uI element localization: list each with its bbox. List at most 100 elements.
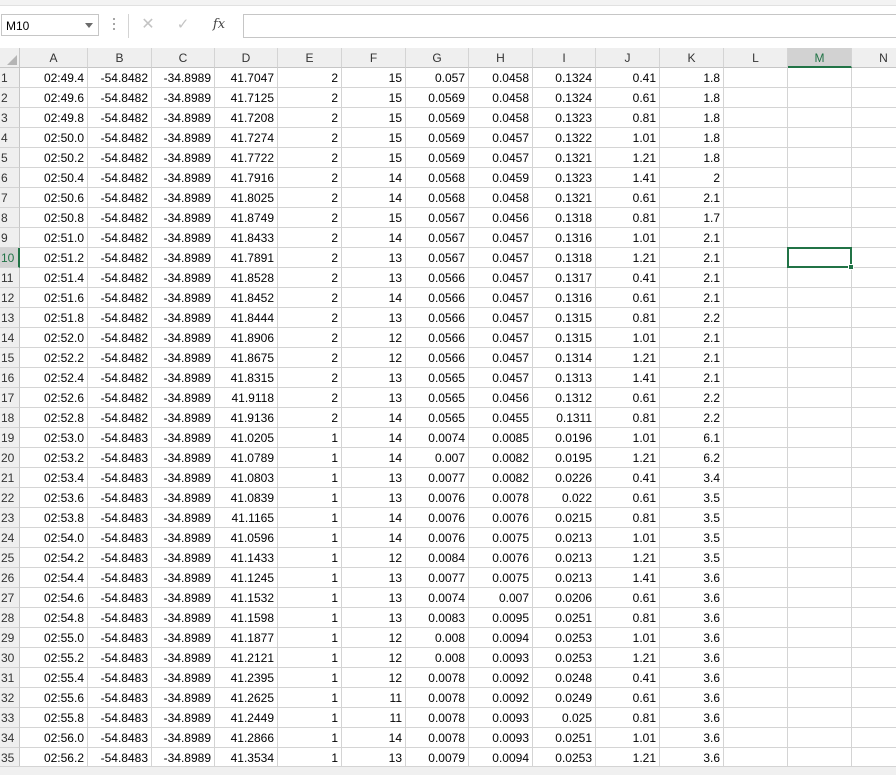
cell-n3[interactable] bbox=[852, 108, 896, 128]
cell-e14[interactable]: 2 bbox=[278, 328, 342, 348]
cell-l13[interactable] bbox=[724, 308, 788, 328]
cell-m25[interactable] bbox=[788, 548, 852, 568]
cell-j35[interactable]: 1.21 bbox=[596, 748, 660, 768]
cell-n4[interactable] bbox=[852, 128, 896, 148]
cell-g9[interactable]: 0.0567 bbox=[406, 228, 469, 248]
cell-k11[interactable]: 2.1 bbox=[660, 268, 724, 288]
cell-m19[interactable] bbox=[788, 428, 852, 448]
cell-j25[interactable]: 1.21 bbox=[596, 548, 660, 568]
cell-b13[interactable]: -54.8482 bbox=[88, 308, 152, 328]
cell-k12[interactable]: 2.1 bbox=[660, 288, 724, 308]
cell-h33[interactable]: 0.0093 bbox=[469, 708, 533, 728]
cell-f14[interactable]: 12 bbox=[342, 328, 406, 348]
cell-l19[interactable] bbox=[724, 428, 788, 448]
cell-l21[interactable] bbox=[724, 468, 788, 488]
cell-k17[interactable]: 2.2 bbox=[660, 388, 724, 408]
cell-a15[interactable]: 02:52.2 bbox=[20, 348, 88, 368]
cell-m23[interactable] bbox=[788, 508, 852, 528]
cell-l23[interactable] bbox=[724, 508, 788, 528]
cell-j11[interactable]: 0.41 bbox=[596, 268, 660, 288]
cell-m10[interactable] bbox=[788, 248, 852, 268]
cell-c11[interactable]: -34.8989 bbox=[152, 268, 215, 288]
column-header-b[interactable]: B bbox=[88, 48, 152, 68]
cell-k18[interactable]: 2.2 bbox=[660, 408, 724, 428]
fill-handle[interactable] bbox=[848, 264, 854, 270]
column-header-a[interactable]: A bbox=[20, 48, 88, 68]
cell-l2[interactable] bbox=[724, 88, 788, 108]
row-header-4[interactable]: 4 bbox=[0, 128, 20, 148]
cell-b27[interactable]: -54.8483 bbox=[88, 588, 152, 608]
cell-i10[interactable]: 0.1318 bbox=[533, 248, 596, 268]
cell-m6[interactable] bbox=[788, 168, 852, 188]
cell-d10[interactable]: 41.7891 bbox=[215, 248, 278, 268]
cell-g10[interactable]: 0.0567 bbox=[406, 248, 469, 268]
cell-a24[interactable]: 02:54.0 bbox=[20, 528, 88, 548]
row-header-33[interactable]: 33 bbox=[0, 708, 20, 728]
cell-k23[interactable]: 3.5 bbox=[660, 508, 724, 528]
cell-j18[interactable]: 0.81 bbox=[596, 408, 660, 428]
cell-b6[interactable]: -54.8482 bbox=[88, 168, 152, 188]
cell-h29[interactable]: 0.0094 bbox=[469, 628, 533, 648]
cell-a16[interactable]: 02:52.4 bbox=[20, 368, 88, 388]
cell-i18[interactable]: 0.1311 bbox=[533, 408, 596, 428]
cell-k16[interactable]: 2.1 bbox=[660, 368, 724, 388]
cell-g18[interactable]: 0.0565 bbox=[406, 408, 469, 428]
cell-i31[interactable]: 0.0248 bbox=[533, 668, 596, 688]
cell-b35[interactable]: -54.8483 bbox=[88, 748, 152, 768]
cell-c8[interactable]: -34.8989 bbox=[152, 208, 215, 228]
cell-c20[interactable]: -34.8989 bbox=[152, 448, 215, 468]
row-header-21[interactable]: 21 bbox=[0, 468, 20, 488]
cell-m18[interactable] bbox=[788, 408, 852, 428]
cell-a1[interactable]: 02:49.4 bbox=[20, 68, 88, 88]
cell-b32[interactable]: -54.8483 bbox=[88, 688, 152, 708]
cell-g7[interactable]: 0.0568 bbox=[406, 188, 469, 208]
cell-f33[interactable]: 11 bbox=[342, 708, 406, 728]
cell-j24[interactable]: 1.01 bbox=[596, 528, 660, 548]
cell-h18[interactable]: 0.0455 bbox=[469, 408, 533, 428]
cell-d33[interactable]: 41.2449 bbox=[215, 708, 278, 728]
cell-c6[interactable]: -34.8989 bbox=[152, 168, 215, 188]
cell-e13[interactable]: 2 bbox=[278, 308, 342, 328]
cell-n32[interactable] bbox=[852, 688, 896, 708]
cell-d34[interactable]: 41.2866 bbox=[215, 728, 278, 748]
select-all-button[interactable] bbox=[0, 48, 20, 68]
cell-k10[interactable]: 2.1 bbox=[660, 248, 724, 268]
cell-g2[interactable]: 0.0569 bbox=[406, 88, 469, 108]
cell-e12[interactable]: 2 bbox=[278, 288, 342, 308]
cell-j13[interactable]: 0.81 bbox=[596, 308, 660, 328]
cell-i3[interactable]: 0.1323 bbox=[533, 108, 596, 128]
cell-c24[interactable]: -34.8989 bbox=[152, 528, 215, 548]
cell-n28[interactable] bbox=[852, 608, 896, 628]
cell-j15[interactable]: 1.21 bbox=[596, 348, 660, 368]
cell-i28[interactable]: 0.0251 bbox=[533, 608, 596, 628]
row-header-2[interactable]: 2 bbox=[0, 88, 20, 108]
cell-g5[interactable]: 0.0569 bbox=[406, 148, 469, 168]
chevron-down-icon[interactable] bbox=[85, 23, 93, 28]
cell-g33[interactable]: 0.0078 bbox=[406, 708, 469, 728]
cell-e15[interactable]: 2 bbox=[278, 348, 342, 368]
cell-e11[interactable]: 2 bbox=[278, 268, 342, 288]
cell-d30[interactable]: 41.2121 bbox=[215, 648, 278, 668]
cell-g13[interactable]: 0.0566 bbox=[406, 308, 469, 328]
cell-n27[interactable] bbox=[852, 588, 896, 608]
column-header-c[interactable]: C bbox=[152, 48, 215, 68]
cell-c9[interactable]: -34.8989 bbox=[152, 228, 215, 248]
cell-a34[interactable]: 02:56.0 bbox=[20, 728, 88, 748]
cell-b26[interactable]: -54.8483 bbox=[88, 568, 152, 588]
cell-n5[interactable] bbox=[852, 148, 896, 168]
cell-d24[interactable]: 41.0596 bbox=[215, 528, 278, 548]
cell-n25[interactable] bbox=[852, 548, 896, 568]
cell-j23[interactable]: 0.81 bbox=[596, 508, 660, 528]
cell-i24[interactable]: 0.0213 bbox=[533, 528, 596, 548]
cell-h26[interactable]: 0.0075 bbox=[469, 568, 533, 588]
row-header-11[interactable]: 11 bbox=[0, 268, 20, 288]
cell-i22[interactable]: 0.022 bbox=[533, 488, 596, 508]
cell-f13[interactable]: 13 bbox=[342, 308, 406, 328]
cell-f17[interactable]: 13 bbox=[342, 388, 406, 408]
cell-i13[interactable]: 0.1315 bbox=[533, 308, 596, 328]
cell-e31[interactable]: 1 bbox=[278, 668, 342, 688]
cell-a4[interactable]: 02:50.0 bbox=[20, 128, 88, 148]
cell-k14[interactable]: 2.1 bbox=[660, 328, 724, 348]
cell-l5[interactable] bbox=[724, 148, 788, 168]
cell-l35[interactable] bbox=[724, 748, 788, 768]
